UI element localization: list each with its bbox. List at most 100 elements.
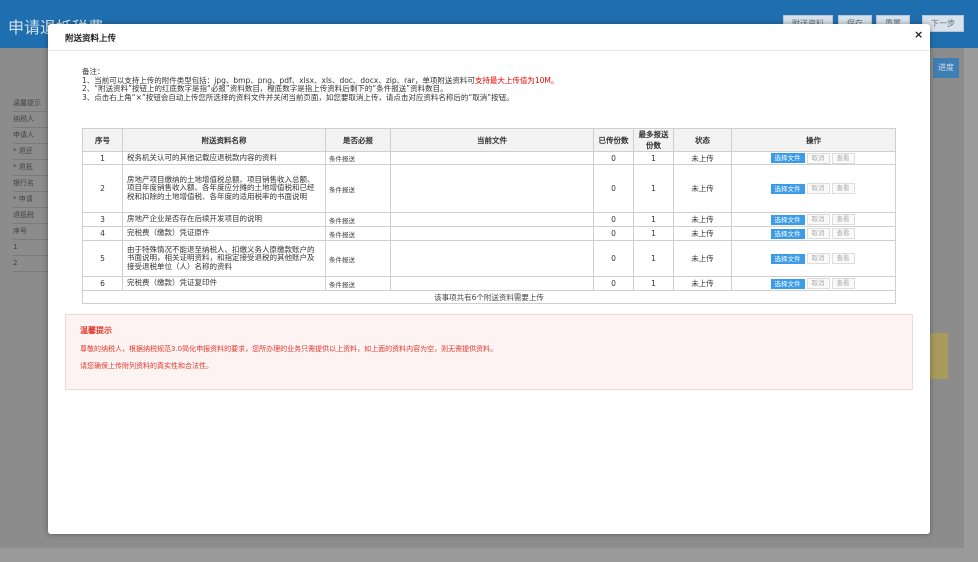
table-row: 3 房地产企业是否存在后续开发项目的说明 条件报送 0 1 未上传 选择文件 取消… bbox=[82, 212, 896, 227]
cancel-button[interactable]: 取消 bbox=[806, 228, 830, 239]
col-header-required: 是否必报 bbox=[325, 128, 391, 152]
row-max: 1 bbox=[633, 240, 674, 277]
col-header-status: 状态 bbox=[673, 128, 732, 152]
row-required: 条件报送 bbox=[325, 276, 391, 291]
select-file-button[interactable]: 选择文件 bbox=[770, 278, 805, 289]
row-no: 1 bbox=[82, 151, 123, 165]
row-name: 税务机关认可的其他记载应退税款内容的资料 bbox=[122, 151, 326, 165]
view-button[interactable]: 查看 bbox=[831, 214, 855, 225]
view-button[interactable]: 查看 bbox=[831, 228, 855, 239]
row-no: 2 bbox=[82, 164, 123, 213]
table-row: 1 税务机关认可的其他记载应退税款内容的资料 条件报送 0 1 未上传 选择文件… bbox=[82, 151, 896, 165]
warm-tip-box: 温馨提示 尊敬的纳税人，根据纳税规范3.0简化申报资料的要求，您所办理的业务只需… bbox=[65, 314, 913, 390]
progress-button[interactable]: 进度 bbox=[933, 58, 959, 78]
tip-title: 温馨提示 bbox=[80, 326, 112, 335]
select-file-button[interactable]: 选择文件 bbox=[770, 253, 805, 264]
row-status: 未上传 bbox=[673, 276, 732, 291]
row-max: 1 bbox=[633, 151, 674, 165]
table-header-row: 序号 附送资料名称 是否必报 当前文件 已传份数 最多报送份数 状态 操作 bbox=[82, 128, 896, 152]
close-icon[interactable]: × bbox=[914, 29, 923, 41]
select-file-button[interactable]: 选择文件 bbox=[770, 214, 805, 225]
row-no: 3 bbox=[82, 212, 123, 227]
dialog-title: 附送资料上传 bbox=[65, 34, 117, 44]
table-row: 4 完税费（缴款）凭证原件 条件报送 0 1 未上传 选择文件 取消 查看 bbox=[82, 226, 896, 241]
row-actions: 选择文件 取消 查看 bbox=[731, 164, 896, 213]
row-status: 未上传 bbox=[673, 226, 732, 241]
row-current-file bbox=[390, 226, 594, 241]
row-max: 1 bbox=[633, 164, 674, 213]
row-actions: 选择文件 取消 查看 bbox=[731, 276, 896, 291]
col-header-current-file: 当前文件 bbox=[390, 128, 594, 152]
table-row: 2 房地产项目缴纳的土地增值税总额、项目销售收入总额、项目年度销售收入额、各年度… bbox=[82, 164, 896, 213]
attachment-upload-dialog: 附送资料上传 × 备注： 1、当前可以支持上传的附件类型包括：jpg、bmp、p… bbox=[48, 24, 930, 534]
row-name: 房地产企业是否存在后续开发项目的说明 bbox=[122, 212, 326, 227]
row-actions: 选择文件 取消 查看 bbox=[731, 212, 896, 227]
row-required: 条件报送 bbox=[325, 212, 391, 227]
row-current-file bbox=[390, 212, 594, 227]
row-name: 完税费（缴款）凭证原件 bbox=[122, 226, 326, 241]
row-actions: 选择文件 取消 查看 bbox=[731, 226, 896, 241]
view-button[interactable]: 查看 bbox=[831, 152, 855, 164]
row-uploaded: 0 bbox=[593, 276, 634, 291]
row-current-file bbox=[390, 276, 594, 291]
row-max: 1 bbox=[633, 226, 674, 241]
row-required: 条件报送 bbox=[325, 164, 391, 213]
row-required: 条件报送 bbox=[325, 240, 391, 277]
row-status: 未上传 bbox=[673, 240, 732, 277]
background-form-labels: 温馨提示 纳税人 申请人 * 退还 * 退抵 银行名 * 申请 退抵税 序号 1… bbox=[13, 96, 53, 272]
row-no: 5 bbox=[82, 240, 123, 277]
row-name: 房地产项目缴纳的土地增值税总额、项目销售收入总额、项目年度销售收入额、各年度应分… bbox=[122, 164, 326, 213]
row-uploaded: 0 bbox=[593, 226, 634, 241]
row-uploaded: 0 bbox=[593, 240, 634, 277]
cancel-button[interactable]: 取消 bbox=[806, 278, 830, 289]
col-header-name: 附送资料名称 bbox=[122, 128, 326, 152]
row-actions: 选择文件 取消 查看 bbox=[731, 240, 896, 277]
cancel-button[interactable]: 取消 bbox=[806, 183, 830, 194]
col-header-actions: 操作 bbox=[731, 128, 896, 152]
row-no: 4 bbox=[82, 226, 123, 241]
row-name: 完税费（缴款）凭证复印件 bbox=[122, 276, 326, 291]
row-name: 由于特殊情况不能退至纳税人、扣缴义务人原缴款账户的书面说明，相关证明资料，和指定… bbox=[122, 240, 326, 277]
view-button[interactable]: 查看 bbox=[831, 183, 855, 194]
row-max: 1 bbox=[633, 212, 674, 227]
col-header-max: 最多报送份数 bbox=[633, 128, 674, 152]
view-button[interactable]: 查看 bbox=[831, 253, 855, 264]
col-header-no: 序号 bbox=[82, 128, 123, 152]
row-required: 条件报送 bbox=[325, 226, 391, 241]
view-button[interactable]: 查看 bbox=[831, 278, 855, 289]
row-status: 未上传 bbox=[673, 164, 732, 213]
select-file-button[interactable]: 选择文件 bbox=[770, 153, 805, 163]
row-actions: 选择文件 取消 查看 bbox=[731, 151, 896, 165]
row-required: 条件报送 bbox=[325, 151, 391, 165]
dialog-divider bbox=[48, 50, 930, 51]
attachment-table: 序号 附送资料名称 是否必报 当前文件 已传份数 最多报送份数 状态 操作 1 … bbox=[82, 128, 896, 304]
row-uploaded: 0 bbox=[593, 151, 634, 165]
row-uploaded: 0 bbox=[593, 164, 634, 213]
cancel-button[interactable]: 取消 bbox=[806, 152, 830, 164]
table-row: 6 完税费（缴款）凭证复印件 条件报送 0 1 未上传 选择文件 取消 查看 bbox=[82, 276, 896, 291]
notes-line-3: 3、点击右上角“×”按钮会自动上传您所选择的资料文件并关闭当前页面，如您要取消上… bbox=[82, 92, 514, 102]
cancel-button[interactable]: 取消 bbox=[806, 214, 830, 225]
select-file-button[interactable]: 选择文件 bbox=[770, 183, 805, 194]
row-current-file bbox=[390, 164, 594, 213]
row-status: 未上传 bbox=[673, 151, 732, 165]
row-current-file bbox=[390, 151, 594, 165]
attachment-count-summary: 该事项共有6个附送资料需要上传 bbox=[82, 290, 896, 304]
page-vertical-scrollbar[interactable] bbox=[964, 48, 978, 562]
table-row: 5 由于特殊情况不能退至纳税人、扣缴义务人原缴款账户的书面说明，相关证明资料，和… bbox=[82, 240, 896, 277]
upload-notes: 备注： 1、当前可以支持上传的附件类型包括：jpg、bmp、png、pdf、xl… bbox=[82, 67, 902, 102]
tip-line-2: 请您确保上传附列资料的真实性和合法性。 bbox=[80, 362, 213, 370]
table-footer-row: 该事项共有6个附送资料需要上传 bbox=[82, 290, 896, 304]
select-file-button[interactable]: 选择文件 bbox=[770, 228, 805, 239]
max-size-note: 支持最大上传值为10M。 bbox=[474, 75, 559, 85]
col-header-uploaded: 已传份数 bbox=[593, 128, 634, 152]
cancel-button[interactable]: 取消 bbox=[806, 253, 830, 264]
row-no: 6 bbox=[82, 276, 123, 291]
row-max: 1 bbox=[633, 276, 674, 291]
row-status: 未上传 bbox=[673, 212, 732, 227]
row-uploaded: 0 bbox=[593, 212, 634, 227]
background-notice-panel bbox=[930, 333, 948, 379]
tip-line-1: 尊敬的纳税人，根据纳税规范3.0简化申报资料的要求，您所办理的业务只需提供以上资… bbox=[80, 345, 498, 353]
page-horizontal-scrollbar[interactable] bbox=[0, 548, 978, 562]
row-current-file bbox=[390, 240, 594, 277]
